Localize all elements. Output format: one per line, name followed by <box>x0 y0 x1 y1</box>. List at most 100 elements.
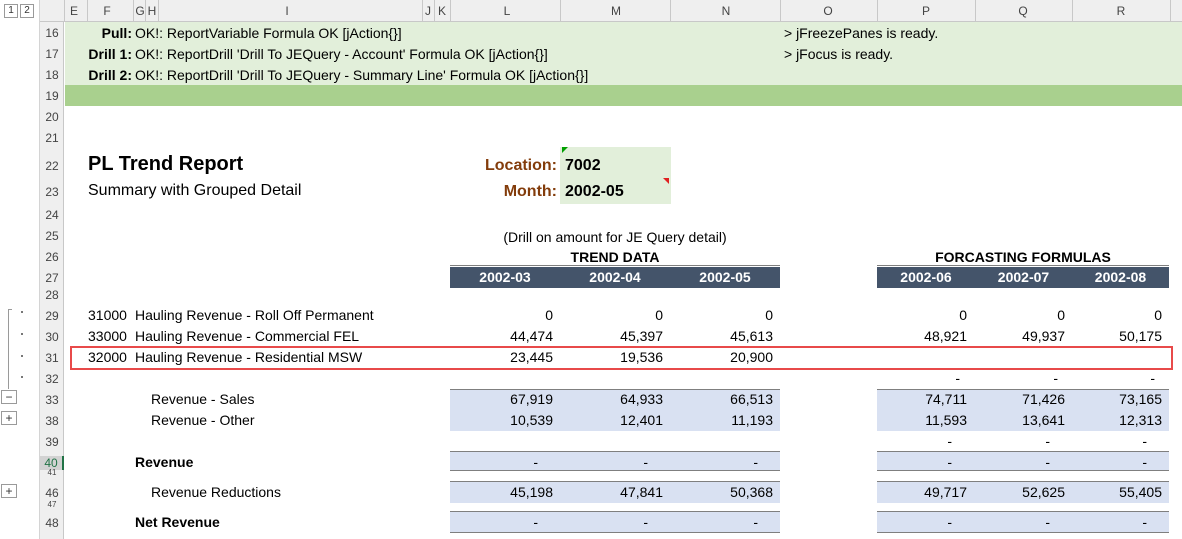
amount-cell[interactable]: 11,193 <box>670 412 773 428</box>
amount-cell[interactable]: 0 <box>975 307 1065 323</box>
amount-cell[interactable]: - <box>670 454 758 470</box>
amount-cell[interactable]: 0 <box>670 307 773 323</box>
amount-cell[interactable]: 12,401 <box>560 412 663 428</box>
outline-level-1-button[interactable]: 1 <box>4 4 18 18</box>
column-header[interactable]: J <box>422 4 434 18</box>
report-subtitle: Summary with Grouped Detail <box>88 182 302 199</box>
amount-cell[interactable]: - <box>1072 514 1147 530</box>
amount-cell[interactable]: - <box>877 514 952 530</box>
column-header[interactable]: F <box>100 4 114 18</box>
column-header[interactable]: H <box>146 4 158 18</box>
row-header[interactable]: 27 <box>40 271 64 285</box>
row-header[interactable]: 33 <box>40 393 64 407</box>
row-header[interactable]: 26 <box>40 250 64 264</box>
amount-cell[interactable]: 10,539 <box>450 412 553 428</box>
amount-cell[interactable]: 49,937 <box>975 328 1065 344</box>
amount-cell[interactable]: 45,198 <box>450 484 553 500</box>
summary-line-name: Revenue Reductions <box>151 484 281 500</box>
expand-group-button[interactable]: + <box>1 484 17 498</box>
collapse-group-button[interactable]: − <box>1 390 17 404</box>
column-header[interactable]: M <box>608 4 624 18</box>
column-header[interactable]: K <box>435 4 449 18</box>
row-header[interactable]: 38 <box>40 414 64 428</box>
amount-cell[interactable]: 55,405 <box>1072 484 1162 500</box>
amount-cell[interactable]: 48,921 <box>877 328 967 344</box>
amount-cell[interactable]: 50,175 <box>1072 328 1162 344</box>
row-header[interactable]: 19 <box>40 89 64 103</box>
row-header[interactable]: 23 <box>40 185 64 199</box>
column-header[interactable]: E <box>67 4 81 18</box>
drill1-status-text: OK!: ReportDrill 'Drill To JEQuery - Acc… <box>135 46 548 62</box>
amount-cell[interactable]: - <box>450 454 538 470</box>
drill1-label: Drill 1: <box>88 46 132 62</box>
amount-cell[interactable]: 0 <box>450 307 553 323</box>
dash-cell: - <box>1142 433 1147 449</box>
amount-cell[interactable]: 0 <box>877 307 967 323</box>
comment-indicator <box>562 147 568 153</box>
amount-cell[interactable]: 66,513 <box>670 391 773 407</box>
row-header[interactable]: 47 <box>40 500 64 509</box>
column-header[interactable]: P <box>919 4 933 18</box>
amount-cell[interactable]: 74,711 <box>877 391 967 407</box>
row-header[interactable]: 16 <box>40 26 64 40</box>
amount-cell[interactable]: 11,593 <box>877 412 967 428</box>
row-header[interactable]: 17 <box>40 47 64 61</box>
row-header[interactable]: 48 <box>40 516 64 530</box>
amount-cell[interactable]: 73,165 <box>1072 391 1162 407</box>
amount-cell[interactable]: 52,625 <box>975 484 1065 500</box>
column-header[interactable]: N <box>719 4 733 18</box>
amount-cell[interactable]: 0 <box>560 307 663 323</box>
amount-cell[interactable]: - <box>560 454 648 470</box>
row-header[interactable]: 41 <box>40 468 64 477</box>
account-number: 31000 <box>88 307 127 323</box>
amount-cell[interactable]: - <box>560 514 648 530</box>
expand-group-button[interactable]: + <box>1 411 17 425</box>
row-header[interactable]: 21 <box>40 131 64 145</box>
row-header[interactable]: 39 <box>40 435 64 449</box>
column-header[interactable]: O <box>820 4 836 18</box>
amount-cell[interactable]: 45,613 <box>670 328 773 344</box>
column-header[interactable]: R <box>1114 4 1128 18</box>
amount-cell[interactable]: 0 <box>1072 307 1162 323</box>
column-header[interactable]: I <box>280 4 294 18</box>
column-header[interactable]: Q <box>1016 4 1030 18</box>
row-header[interactable]: 31 <box>40 351 64 365</box>
row-header[interactable]: 22 <box>40 159 64 173</box>
row-header[interactable]: 29 <box>40 309 64 323</box>
focus-status: > jFocus is ready. <box>784 46 894 62</box>
amount-cell[interactable]: 47,841 <box>560 484 663 500</box>
amount-cell[interactable]: - <box>877 454 952 470</box>
row-header[interactable]: 46 <box>40 486 64 500</box>
amount-cell[interactable]: 71,426 <box>975 391 1065 407</box>
row-header[interactable]: 28 <box>40 288 64 302</box>
amount-cell[interactable]: 12,313 <box>1072 412 1162 428</box>
amount-cell[interactable]: 23,445 <box>450 349 553 365</box>
amount-cell[interactable]: 13,641 <box>975 412 1065 428</box>
row-header[interactable]: 32 <box>40 372 64 386</box>
column-header[interactable]: L <box>500 4 514 18</box>
amount-cell[interactable]: 19,536 <box>560 349 663 365</box>
amount-cell[interactable]: 20,900 <box>670 349 773 365</box>
outline-level-2-button[interactable]: 2 <box>20 4 34 18</box>
location-value[interactable]: 7002 <box>565 157 601 175</box>
amount-cell[interactable]: - <box>975 514 1050 530</box>
row-header[interactable]: 25 <box>40 229 64 243</box>
row-header[interactable]: 30 <box>40 330 64 344</box>
row-header[interactable]: 18 <box>40 68 64 82</box>
amount-cell[interactable]: 67,919 <box>450 391 553 407</box>
row-header[interactable]: 24 <box>40 208 64 222</box>
dash-cell: - <box>1150 370 1155 386</box>
location-label: Location: <box>485 157 557 174</box>
amount-cell[interactable]: 64,933 <box>560 391 663 407</box>
amount-cell[interactable]: - <box>975 454 1050 470</box>
amount-cell[interactable]: - <box>1072 454 1147 470</box>
amount-cell[interactable]: 50,368 <box>670 484 773 500</box>
amount-cell[interactable]: 45,397 <box>560 328 663 344</box>
amount-cell[interactable]: 49,717 <box>877 484 967 500</box>
row-header[interactable]: 20 <box>40 110 64 124</box>
period-header: 2002-05 <box>670 267 780 288</box>
amount-cell[interactable]: 44,474 <box>450 328 553 344</box>
month-value[interactable]: 2002-05 <box>565 183 624 201</box>
amount-cell[interactable]: - <box>670 514 758 530</box>
amount-cell[interactable]: - <box>450 514 538 530</box>
